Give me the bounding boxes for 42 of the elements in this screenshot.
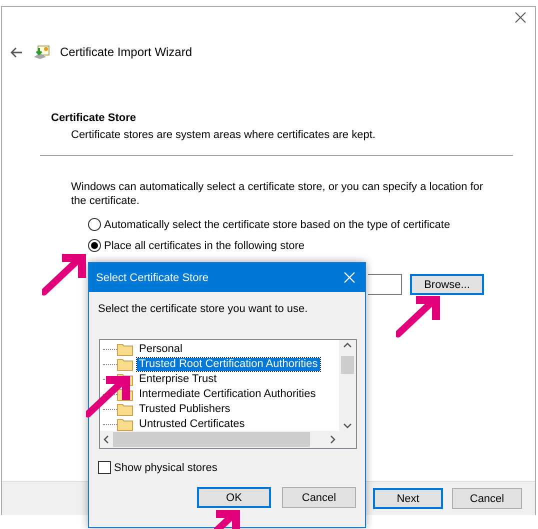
folder-icon xyxy=(117,403,133,416)
folder-icon xyxy=(117,343,133,356)
section-heading: Certificate Store xyxy=(50,112,137,124)
scrollbar-thumb[interactable] xyxy=(341,356,354,374)
checkbox[interactable] xyxy=(98,461,111,474)
pointer-arrow xyxy=(42,254,86,296)
tree-item[interactable]: Intermediate Certification Authorities xyxy=(137,388,318,401)
tree-item[interactable]: Enterprise Trust xyxy=(137,373,219,386)
pointer-arrow xyxy=(214,510,242,529)
folder-icon xyxy=(117,358,133,371)
next-button[interactable]: Next xyxy=(373,488,443,509)
back-arrow-icon[interactable] xyxy=(10,46,23,58)
radio-label[interactable]: Place all certificates in the following store xyxy=(104,240,305,252)
checkbox-label[interactable]: Show physical stores xyxy=(114,462,218,474)
store-field[interactable] xyxy=(368,274,402,295)
section-description: Certificate stores are system areas where certificates are kept. xyxy=(70,128,376,141)
window-title: Certificate Import Wizard xyxy=(60,45,192,59)
ok-button[interactable]: OK xyxy=(197,487,271,508)
dialog-title: Select Certificate Store xyxy=(96,272,208,284)
tree-item[interactable]: Personal xyxy=(137,343,184,356)
horizontal-scrollbar[interactable] xyxy=(100,431,339,448)
radio-label[interactable]: Automatically select the certificate store based on the type of certificate xyxy=(104,218,450,230)
tree-item[interactable]: Trusted Publishers xyxy=(137,403,232,416)
up-caret-icon[interactable] xyxy=(343,342,352,348)
intro-text: Windows can automatically select a certificate store, or you can specify a location for the certificate. xyxy=(70,180,484,208)
left-caret-icon[interactable] xyxy=(103,435,109,444)
browse-button[interactable]: Browse... xyxy=(410,274,484,295)
down-caret-icon[interactable] xyxy=(343,423,352,429)
tree-item[interactable]: Trusted Root Certification Authorities xyxy=(137,358,320,371)
right-caret-icon[interactable] xyxy=(330,435,336,444)
vertical-scrollbar[interactable] xyxy=(339,340,356,431)
radio-button[interactable] xyxy=(88,218,101,231)
radio-button[interactable] xyxy=(88,239,101,252)
pointer-arrow xyxy=(86,376,130,418)
scrollbar-thumb[interactable] xyxy=(113,432,310,447)
cancel-button[interactable]: Cancel xyxy=(282,487,356,508)
cancel-button[interactable]: Cancel xyxy=(452,488,522,509)
close-icon[interactable] xyxy=(515,12,526,23)
pointer-arrow xyxy=(396,296,440,338)
certificate-icon xyxy=(33,44,50,60)
tree-item[interactable]: Untrusted Certificates xyxy=(137,418,247,431)
dialog-prompt: Select the certificate store you want to use. xyxy=(97,302,309,315)
